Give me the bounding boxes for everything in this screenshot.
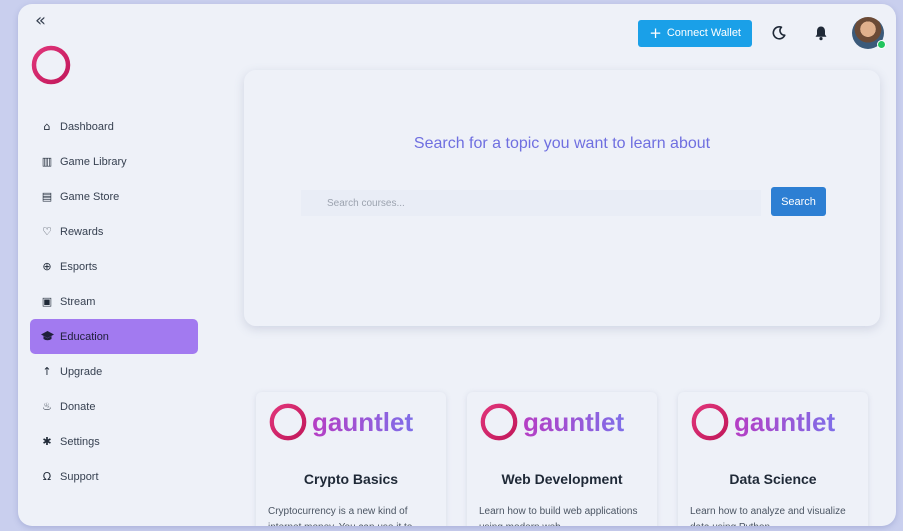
sidebar-item-game-store[interactable]: ▤ Game Store [30,179,198,214]
course-title: Web Development [501,471,623,487]
online-status-indicator [877,40,886,49]
course-description: Learn how to analyze and visualize data … [690,506,846,526]
stream-icon: ▣ [41,295,53,308]
course-card-crypto-basics[interactable]: gauntlet Crypto Basics Cryptocurrency is… [256,392,446,526]
sidebar-item-settings[interactable]: ✱ Settings [30,424,198,459]
sidebar-item-label: Game Store [60,190,120,203]
sidebar-item-label: Game Library [60,155,127,168]
search-heading: Search for a topic you want to learn abo… [413,135,711,152]
top-bar: + Connect Wallet [638,17,896,49]
brand-logo[interactable] [30,44,72,91]
course-card-data-science[interactable]: gauntlet Data Science Learn how to analy… [678,392,868,526]
sidebar-item-label: Donate [60,400,96,413]
sidebar-item-label: Upgrade [60,365,103,378]
logo-wordmark: gauntlet [734,406,836,437]
connect-wallet-button[interactable]: + Connect Wallet [638,19,752,47]
donate-icon: ♨ [42,400,52,413]
home-icon: ⌂ [43,120,51,133]
sidebar-item-label: Support [60,470,99,483]
sidebar-nav: ⌂ Dashboard ▥ Game Library ▤ Game Store ♡ Re… [30,109,198,494]
collapse-sidebar-icon[interactable]: « [35,10,46,31]
sidebar-item-label: Rewards [60,225,104,238]
app-window: « ⌂ Dashboard ▥ Game Library ▤ Game Store ♡… [18,4,896,526]
gear-icon: ✱ [42,435,52,448]
sidebar-item-donate[interactable]: ♨ Donate [30,389,198,424]
sidebar-item-rewards[interactable]: ♡ Rewards [30,214,198,249]
moon-icon[interactable] [768,22,790,44]
bell-icon[interactable] [810,22,832,44]
library-icon: ▥ [41,155,53,168]
sidebar-item-esports[interactable]: ⊕ Esports [30,249,198,284]
sidebar-item-stream[interactable]: ▣ Stream [30,284,198,319]
store-icon: ▤ [41,190,53,203]
sidebar-item-label: Dashboard [60,120,114,133]
logo-wordmark: gauntlet [312,406,414,437]
course-description: Learn how to build web applications usin… [479,506,638,526]
heart-icon: ♡ [42,225,52,238]
search-button[interactable]: Search [771,187,826,216]
course-title: Data Science [729,471,817,487]
course-description: Cryptocurrency is a new kind of internet… [268,506,412,526]
sidebar-item-label: Stream [60,295,96,308]
target-icon: ⊕ [42,260,52,273]
sidebar-item-dashboard[interactable]: ⌂ Dashboard [30,109,198,144]
gauntlet-logo: gauntlet [479,398,645,446]
graduation-cap-icon [40,331,54,342]
sidebar-item-game-library[interactable]: ▥ Game Library [30,144,198,179]
avatar[interactable] [852,17,886,49]
sidebar-item-upgrade[interactable]: ↑ Upgrade [30,354,198,389]
course-list: gauntlet Crypto Basics Cryptocurrency is… [256,392,889,526]
search-input[interactable] [301,190,761,216]
connect-wallet-label: Connect Wallet [666,27,741,39]
headset-icon: Ω [42,470,52,483]
gauntlet-logo: gauntlet [268,398,434,446]
sidebar-item-support[interactable]: Ω Support [30,459,198,494]
gauntlet-logo: gauntlet [690,398,856,446]
sidebar-item-label: Esports [60,260,98,273]
plus-icon: + [649,24,662,42]
sidebar-item-label: Settings [60,435,100,448]
sidebar-item-label: Education [60,330,109,343]
arrow-up-icon: ↑ [42,365,52,378]
search-panel: Search for a topic you want to learn abo… [244,70,880,326]
sidebar-item-education[interactable]: Education [30,319,198,354]
logo-wordmark: gauntlet [523,406,625,437]
course-title: Crypto Basics [303,471,399,487]
course-card-web-development[interactable]: gauntlet Web Development Learn how to bu… [467,392,657,526]
